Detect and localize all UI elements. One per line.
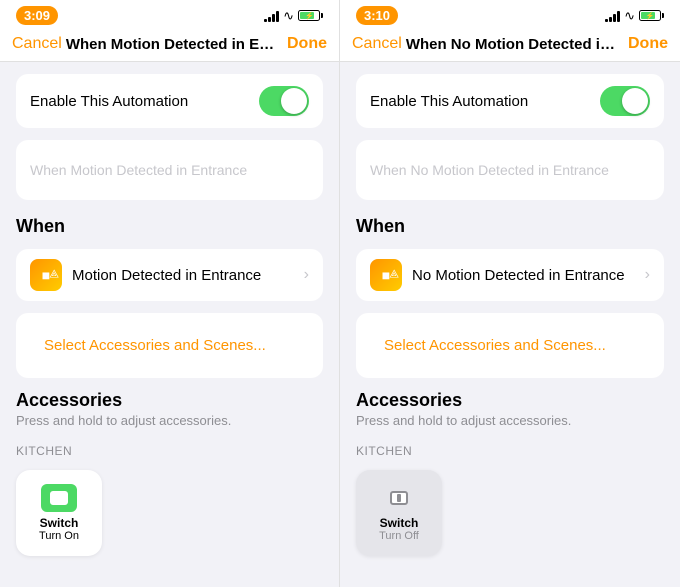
- left-screen: 3:09 ∿ ⚡ Cancel When Motion Detected in …: [0, 0, 340, 587]
- nav-title-right: When No Motion Detected in E...: [402, 36, 628, 53]
- content-right: Enable This Automation When No Motion De…: [340, 62, 680, 587]
- toggle-switch-right[interactable]: [600, 86, 650, 116]
- status-time-left: 3:09: [16, 6, 58, 25]
- battery-icon: ⚡: [298, 10, 323, 21]
- content-left: Enable This Automation When Motion Detec…: [0, 62, 339, 587]
- done-button-left[interactable]: Done: [287, 35, 327, 53]
- description-card-right: When No Motion Detected in Entrance: [356, 140, 664, 200]
- chevron-icon-left: ›: [304, 266, 309, 284]
- accessories-header-right: Accessories: [356, 390, 664, 411]
- nav-bar-left: Cancel When Motion Detected in Entra... …: [0, 29, 339, 62]
- cancel-button-right[interactable]: Cancel: [352, 35, 402, 53]
- device-tile-left[interactable]: Switch Turn On: [16, 470, 102, 556]
- device-tile-right[interactable]: Switch Turn Off: [356, 470, 442, 556]
- description-text-left: When Motion Detected in Entrance: [30, 162, 247, 178]
- toggle-row-right: Enable This Automation: [356, 74, 664, 128]
- toggle-knob-left: [281, 88, 307, 114]
- nav-bar-right: Cancel When No Motion Detected in E... D…: [340, 29, 680, 62]
- motion-item-left[interactable]: ■ ⟁ Motion Detected in Entrance ›: [16, 249, 323, 301]
- select-link-right[interactable]: Select Accessories and Scenes...: [370, 325, 620, 366]
- device-name-right: Switch: [380, 516, 419, 530]
- accessories-section-right: Accessories Press and hold to adjust acc…: [356, 390, 664, 428]
- accessories-subtitle-left: Press and hold to adjust accessories.: [16, 413, 323, 428]
- status-bar-left: 3:09 ∿ ⚡: [0, 0, 339, 29]
- description-card-left: When Motion Detected in Entrance: [16, 140, 323, 200]
- toggle-row-left: Enable This Automation: [16, 74, 323, 128]
- device-icon-left: [41, 484, 77, 512]
- toggle-label-left: Enable This Automation: [30, 93, 188, 110]
- wifi-icon: ∿: [283, 8, 294, 24]
- when-list-left: ■ ⟁ Motion Detected in Entrance ›: [16, 249, 323, 301]
- select-link-left[interactable]: Select Accessories and Scenes...: [30, 325, 280, 366]
- right-screen: 3:10 ∿ ⚡ Cancel When No Motion Detected …: [340, 0, 680, 587]
- device-state-left: Turn On: [39, 530, 79, 542]
- status-icons-left: ∿ ⚡: [264, 8, 323, 24]
- when-header-left: When: [16, 212, 323, 237]
- motion-label-right: No Motion Detected in Entrance: [412, 267, 635, 284]
- switch-icon-left: [50, 491, 68, 505]
- toggle-switch-left[interactable]: [259, 86, 309, 116]
- nav-title-left: When Motion Detected in Entra...: [62, 36, 287, 53]
- cancel-button-left[interactable]: Cancel: [12, 35, 62, 53]
- battery-icon-right: ⚡: [639, 10, 664, 21]
- accessories-section-left: Accessories Press and hold to adjust acc…: [16, 390, 323, 428]
- select-row-right[interactable]: Select Accessories and Scenes...: [356, 313, 664, 378]
- select-card-right: Select Accessories and Scenes...: [356, 313, 664, 378]
- toggle-knob-right: [622, 88, 648, 114]
- select-card-left: Select Accessories and Scenes...: [16, 313, 323, 378]
- signal-icon-right: [605, 10, 620, 22]
- enable-card-left: Enable This Automation: [16, 74, 323, 128]
- when-list-right: ■ ⟁ No Motion Detected in Entrance ›: [356, 249, 664, 301]
- enable-card-right: Enable This Automation: [356, 74, 664, 128]
- done-button-right[interactable]: Done: [628, 35, 668, 53]
- status-bar-right: 3:10 ∿ ⚡: [340, 0, 680, 29]
- accessories-subtitle-right: Press and hold to adjust accessories.: [356, 413, 664, 428]
- when-header-right: When: [356, 212, 664, 237]
- switch-icon-right: [390, 491, 408, 505]
- kitchen-label-right: KITCHEN: [356, 444, 664, 458]
- chevron-icon-right: ›: [645, 266, 650, 284]
- accessories-header-left: Accessories: [16, 390, 323, 411]
- device-state-right: Turn Off: [379, 530, 419, 542]
- motion-label-left: Motion Detected in Entrance: [72, 267, 294, 284]
- motion-item-right[interactable]: ■ ⟁ No Motion Detected in Entrance ›: [356, 249, 664, 301]
- status-icons-right: ∿ ⚡: [605, 8, 664, 24]
- wifi-icon-right: ∿: [624, 8, 635, 24]
- motion-icon-right: ■ ⟁: [370, 259, 402, 291]
- description-text-right: When No Motion Detected in Entrance: [370, 162, 609, 178]
- device-icon-right: [381, 484, 417, 512]
- signal-icon: [264, 10, 279, 22]
- select-row-left[interactable]: Select Accessories and Scenes...: [16, 313, 323, 378]
- status-time-right: 3:10: [356, 6, 398, 25]
- kitchen-label-left: KITCHEN: [16, 444, 323, 458]
- toggle-label-right: Enable This Automation: [370, 93, 528, 110]
- device-name-left: Switch: [40, 516, 79, 530]
- motion-icon-left: ■ ⟁: [30, 259, 62, 291]
